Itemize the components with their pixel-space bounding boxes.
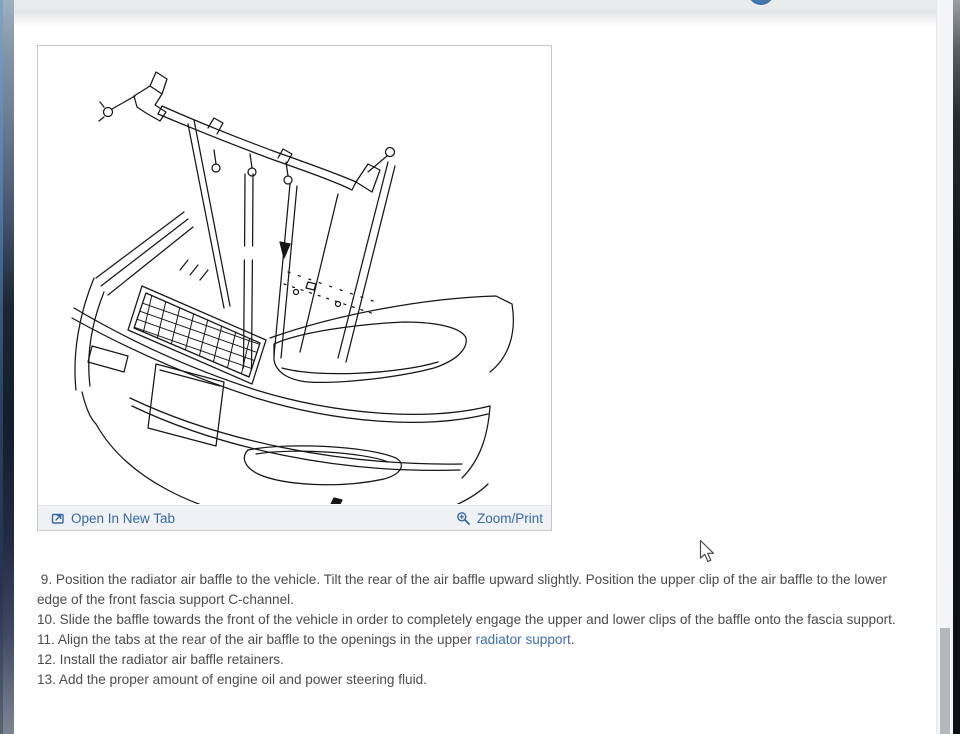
car-front-baffle-illustration — [38, 46, 551, 504]
zoom-print-link[interactable]: Zoom/Print — [456, 511, 543, 526]
diagram-panel: Open In New Tab Zoom/Print — [37, 45, 552, 531]
mouse-cursor — [699, 539, 717, 569]
zoom-print-label: Zoom/Print — [477, 511, 543, 526]
step-12: 12. Install the radiator air baffle reta… — [37, 650, 899, 670]
magnifier-plus-icon — [456, 511, 471, 526]
step-13: 13. Add the proper amount of engine oil … — [37, 670, 899, 690]
radiator-support-link[interactable]: radiator support — [476, 632, 571, 647]
desktop-wallpaper-right-strip — [952, 0, 960, 734]
open-in-new-tab-link[interactable]: Open In New Tab — [51, 511, 175, 526]
cutoff-toolbar — [14, 0, 936, 11]
scrollbar-thumb[interactable] — [940, 628, 950, 734]
toolbar-shadow — [14, 11, 936, 26]
step-10: 10. Slide the baffle towards the front o… — [37, 610, 899, 630]
image-panel-footer: Open In New Tab Zoom/Print — [38, 505, 551, 530]
page: Open In New Tab Zoom/Print 9. Position t… — [0, 0, 960, 734]
step-9: 9. Position the radiator air baffle to t… — [37, 570, 899, 610]
step-11: 11. Align the tabs at the rear of the ai… — [37, 630, 899, 650]
desktop-wallpaper-left-highlight — [0, 0, 3, 734]
open-in-new-tab-icon — [51, 511, 65, 525]
scrollbar-track[interactable] — [936, 0, 953, 734]
open-in-new-tab-label: Open In New Tab — [71, 511, 175, 526]
instruction-steps: 9. Position the radiator air baffle to t… — [37, 570, 899, 691]
